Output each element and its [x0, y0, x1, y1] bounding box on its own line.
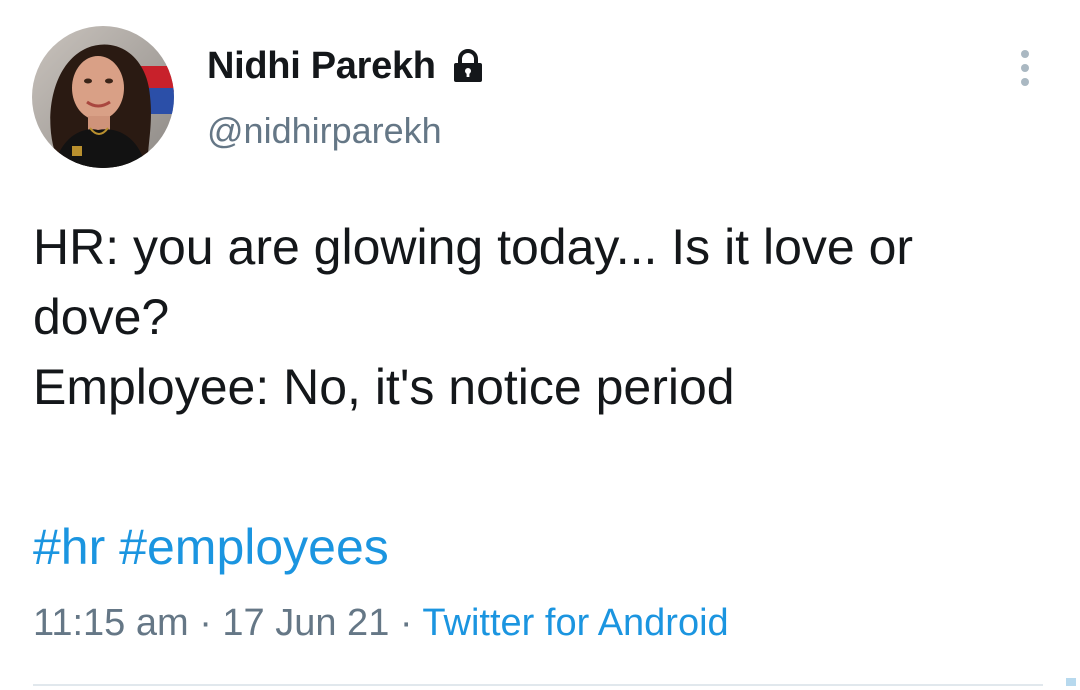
avatar[interactable]	[32, 26, 174, 168]
tweet-time: 11:15 am	[33, 602, 189, 644]
hashtag-row: #hr #employees	[33, 512, 389, 582]
tweet-line-1: HR: you are glowing today... Is it love …	[33, 219, 914, 345]
tweet-date: 17 Jun 21	[222, 602, 390, 644]
display-name[interactable]: Nidhi Parekh	[207, 45, 436, 88]
hashtag-hr[interactable]: #hr	[33, 519, 105, 575]
avatar-image	[32, 26, 174, 168]
divider	[33, 684, 1043, 686]
meta-separator: ·	[199, 602, 212, 644]
hashtag-employees[interactable]: #employees	[119, 519, 389, 575]
more-vertical-icon[interactable]	[1010, 46, 1040, 90]
tweet-meta: 11:15 am · 17 Jun 21 · Twitter for Andro…	[33, 602, 729, 645]
lock-icon	[450, 48, 486, 84]
tweet-line-2: Employee: No, it's notice period	[33, 359, 735, 415]
author-handle[interactable]: @nidhirparekh	[207, 110, 442, 152]
tweet-card: Nidhi Parekh @nidhirparekh HR: you are g…	[0, 0, 1080, 690]
corner-mark	[1066, 678, 1076, 686]
author-name-row: Nidhi Parekh	[207, 40, 486, 92]
meta-separator: ·	[399, 602, 413, 644]
tweet-source-link[interactable]: Twitter for Android	[422, 602, 728, 644]
tweet-text: HR: you are glowing today... Is it love …	[33, 212, 1043, 422]
